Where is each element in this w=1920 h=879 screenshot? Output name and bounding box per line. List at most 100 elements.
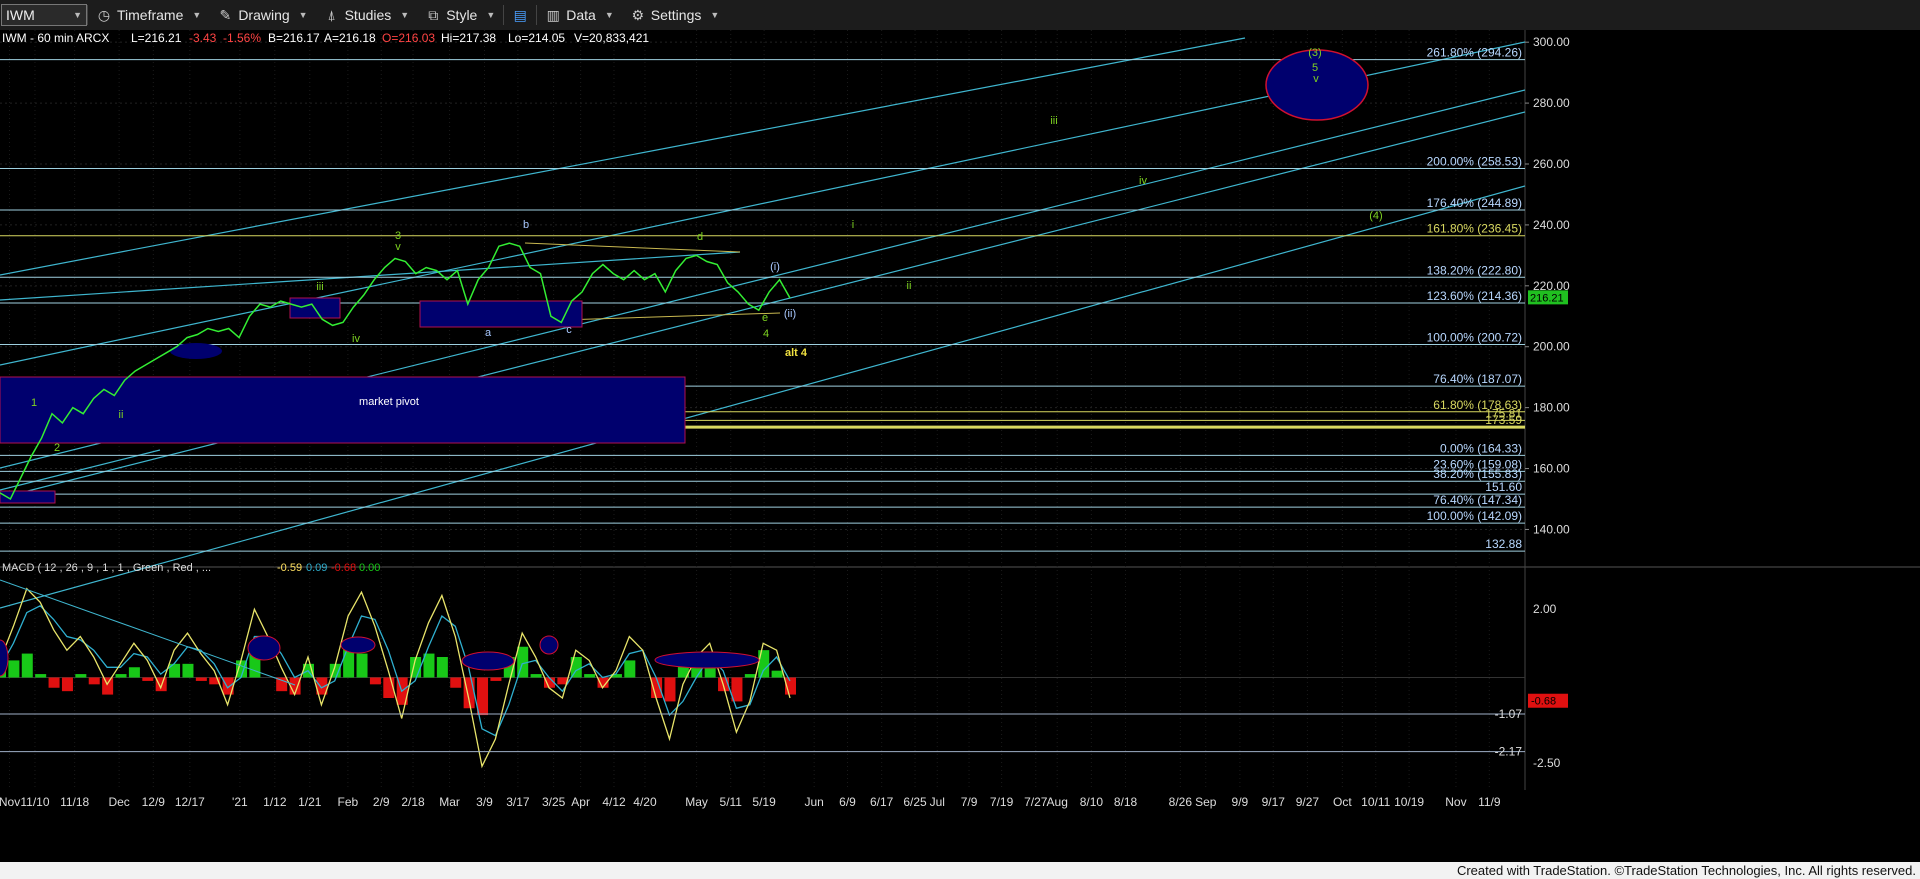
price-chart[interactable]: 261.80% (294.26)200.00% (258.53)176.40% … xyxy=(0,30,1920,862)
settings-label: Settings xyxy=(650,7,702,23)
x-tick-label: 9/9 xyxy=(1232,795,1249,809)
data-menu[interactable]: ▥ Data ▼ xyxy=(537,0,622,30)
x-tick-label: Oct xyxy=(1333,795,1352,809)
x-tick-label: 6/9 xyxy=(839,795,856,809)
fib-label: 261.80% (294.26) xyxy=(1427,46,1522,60)
macd-value: 0.09 xyxy=(306,562,327,574)
macd-histogram-bar xyxy=(21,653,33,678)
wave-label: d xyxy=(697,231,703,243)
y-tick-label: 300.00 xyxy=(1533,35,1570,49)
style-menu[interactable]: ⧉ Style ▼ xyxy=(417,0,503,30)
wave-label: ii xyxy=(119,409,124,421)
macd-histogram-bar xyxy=(276,677,288,692)
x-tick-label: Jun xyxy=(804,795,823,809)
symbol-input[interactable]: IWM ▼ xyxy=(1,4,87,26)
target-ellipse xyxy=(1265,49,1369,121)
studies-icon: ⍋ xyxy=(327,6,336,23)
x-tick-label: 5/11 xyxy=(720,795,743,809)
wave-label: (4) xyxy=(1369,210,1382,222)
last-price: L=216.21 xyxy=(131,31,182,45)
ask-price: A=216.18 xyxy=(324,31,376,45)
wave-label: (3) xyxy=(1308,47,1321,59)
chevron-down-icon: ▼ xyxy=(298,10,308,20)
x-tick-label: Aug xyxy=(1047,795,1068,809)
x-tick-label: 3/17 xyxy=(506,795,530,809)
macd-histogram-bar xyxy=(490,677,502,681)
macd-histogram-bar xyxy=(744,674,756,678)
symbol-value: IWM xyxy=(6,7,35,23)
wave-label: (ii) xyxy=(784,308,796,320)
studies-menu[interactable]: ⍋ Studies ▼ xyxy=(316,0,418,30)
x-tick-label: 7/19 xyxy=(990,795,1014,809)
macd-value: -0.68 xyxy=(331,562,356,574)
x-tick-label: 10/11 xyxy=(1361,795,1390,809)
chevron-down-icon: ▼ xyxy=(710,10,720,20)
macd-histogram-bar xyxy=(758,650,770,678)
macd-histogram-bar xyxy=(423,653,435,678)
fib-label: 123.60% (214.36) xyxy=(1427,289,1522,303)
copyright-text: Created with TradeStation. ©TradeStation… xyxy=(1456,863,1916,878)
fib-label: 76.40% (187.07) xyxy=(1433,372,1522,386)
fib-label: 132.88 xyxy=(1485,537,1522,551)
fib-label: 161.80% (236.45) xyxy=(1427,222,1522,236)
y-tick-label: 180.00 xyxy=(1533,401,1570,415)
x-tick-label: 8/26 xyxy=(1169,795,1193,809)
y-tick-label: 160.00 xyxy=(1533,462,1570,476)
x-tick-label: 2/18 xyxy=(401,795,425,809)
footer: Created with TradeStation. ©TradeStation… xyxy=(0,862,1920,879)
wave-label: b xyxy=(523,219,529,231)
macd-histogram-bar xyxy=(142,677,154,681)
chevron-down-icon: ▼ xyxy=(604,10,614,20)
settings-menu[interactable]: ⚙ Settings ▼ xyxy=(622,0,728,30)
x-tick-label: 3/25 xyxy=(542,795,566,809)
macd-value: -0.59 xyxy=(277,562,302,574)
layout-button[interactable]: ▤ xyxy=(504,0,536,30)
macd-histogram-bar xyxy=(436,657,448,678)
macd-histogram-bar xyxy=(61,677,73,692)
y-tick-label: 240.00 xyxy=(1533,218,1570,232)
x-tick-label: 8/10 xyxy=(1080,795,1104,809)
macd-histogram-bar xyxy=(584,674,596,678)
wave-label: (i) xyxy=(770,261,780,273)
x-tick-label: 1/12 xyxy=(263,795,287,809)
x-tick-label: 12/9 xyxy=(142,795,166,809)
chart-grid xyxy=(0,30,1920,862)
bid-price: B=216.17 xyxy=(268,31,320,45)
wave-label: 1 xyxy=(31,397,37,409)
wave-label: 3 xyxy=(395,230,401,242)
macd-histogram-bar xyxy=(88,677,100,685)
x-tick-label: 4/20 xyxy=(633,795,657,809)
x-tick-label: Mar xyxy=(439,795,460,809)
wave-label: iii xyxy=(1050,115,1057,127)
drawing-menu[interactable]: ✎ Drawing ▼ xyxy=(209,0,315,30)
x-tick-label: 6/25 xyxy=(903,795,927,809)
x-tick-label: 11/10 xyxy=(20,795,49,809)
macd-tick-label: 2.00 xyxy=(1533,602,1557,616)
x-tick-label: 2/9 xyxy=(373,795,390,809)
macd-level-label: -1.07 xyxy=(1495,707,1523,721)
style-icon: ⧉ xyxy=(428,6,439,23)
x-tick-label: 7/27 xyxy=(1024,795,1048,809)
macd-histogram-bar xyxy=(8,660,20,678)
macd-target-ellipse xyxy=(340,636,376,654)
price-change: -3.43 xyxy=(189,31,217,45)
macd-value: 0.00 xyxy=(359,562,380,574)
x-tick-label: Feb xyxy=(338,795,359,809)
x-tick-label: 10/19 xyxy=(1394,795,1424,809)
fib-label: 76.40% (147.34) xyxy=(1433,493,1522,507)
x-tick-label: 5/19 xyxy=(752,795,776,809)
data-label: Data xyxy=(566,7,596,23)
macd-histogram-bar xyxy=(48,677,60,688)
x-tick-label: 6/17 xyxy=(870,795,894,809)
volume: V=20,833,421 xyxy=(574,31,649,45)
layout-icon: ▤ xyxy=(513,6,527,23)
x-tick-label: Nov xyxy=(1445,795,1466,809)
gear-icon: ⚙ xyxy=(631,6,645,23)
x-tick-label: Nov xyxy=(0,795,20,809)
timeframe-menu[interactable]: ◷ Timeframe ▼ xyxy=(88,0,209,30)
macd-target-ellipse xyxy=(654,651,760,669)
y-tick-label: 280.00 xyxy=(1533,96,1570,110)
x-tick-label: 12/17 xyxy=(175,795,205,809)
x-tick-label: Dec xyxy=(108,795,129,809)
macd-histogram-bar xyxy=(115,674,127,678)
